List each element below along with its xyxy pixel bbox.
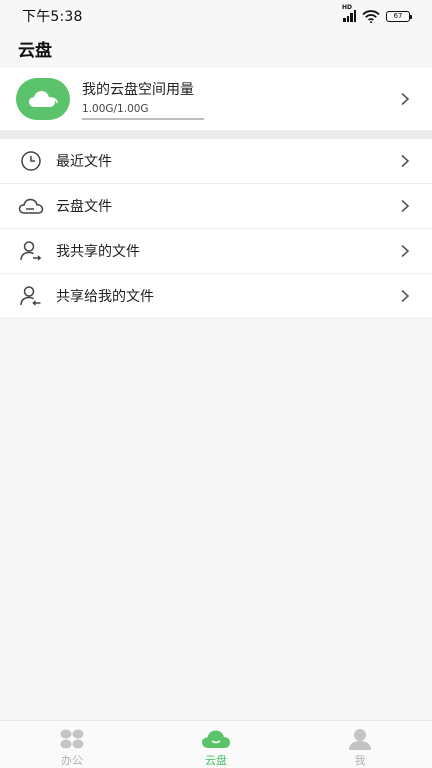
user-share-in-icon: [18, 285, 44, 307]
menu-item-label: 共享给我的文件: [56, 289, 154, 305]
signal-icon: HD: [342, 4, 356, 22]
wifi-icon: [362, 9, 380, 23]
user-share-out-icon: [18, 240, 44, 262]
battery-icon: 67: [386, 10, 412, 22]
file-menu-list: 最近文件 云盘文件 我共享的文件 共享给我的文件: [0, 139, 432, 319]
nav-label: 办公: [61, 754, 83, 767]
menu-item-label: 云盘文件: [56, 199, 112, 215]
chevron-right-icon: [401, 199, 410, 213]
menu-item-cloud-files[interactable]: 云盘文件: [0, 184, 432, 229]
clock-icon: [18, 150, 44, 172]
page-title: 云盘: [18, 41, 52, 61]
storage-usage-bar: [82, 117, 204, 120]
nav-item-cloud[interactable]: 云盘: [144, 721, 288, 768]
chevron-right-icon: [401, 244, 410, 258]
status-time: 下午5:38: [22, 9, 83, 25]
nav-item-office[interactable]: 办公: [0, 721, 144, 768]
status-bar: 下午5:38 HD 67: [0, 0, 432, 32]
chevron-right-icon: [401, 154, 410, 168]
person-icon: [349, 729, 371, 750]
menu-item-my-shared-files[interactable]: 我共享的文件: [0, 229, 432, 274]
menu-item-shared-with-me[interactable]: 共享给我的文件: [0, 274, 432, 319]
menu-item-recent-files[interactable]: 最近文件: [0, 139, 432, 184]
cloud-icon: [29, 91, 58, 107]
cloud-outline-icon: [18, 195, 44, 217]
cloud-icon: [202, 730, 230, 748]
menu-item-label: 最近文件: [56, 154, 112, 170]
nav-item-me[interactable]: 我: [288, 721, 432, 768]
storage-title: 我的云盘空间用量: [82, 81, 194, 98]
section-divider: [0, 130, 432, 139]
status-icons: HD 67: [342, 4, 412, 23]
menu-item-label: 我共享的文件: [56, 244, 140, 260]
storage-usage-card[interactable]: 我的云盘空间用量 1.00G/1.00G: [0, 68, 432, 130]
storage-usage-text: 1.00G/1.00G: [82, 102, 149, 115]
chevron-right-icon: [401, 289, 410, 303]
network-type-label: HD: [342, 4, 353, 11]
nav-label: 我: [354, 754, 366, 767]
chevron-right-icon: [401, 92, 410, 106]
storage-icon-circle: [16, 78, 70, 120]
bottom-nav: 办公 云盘 我: [0, 720, 432, 768]
grid-icon: [60, 729, 84, 749]
storage-usage-fill: [82, 117, 204, 120]
storage-text: 我的云盘空间用量 1.00G/1.00G: [82, 79, 400, 120]
nav-label: 云盘: [205, 754, 227, 767]
